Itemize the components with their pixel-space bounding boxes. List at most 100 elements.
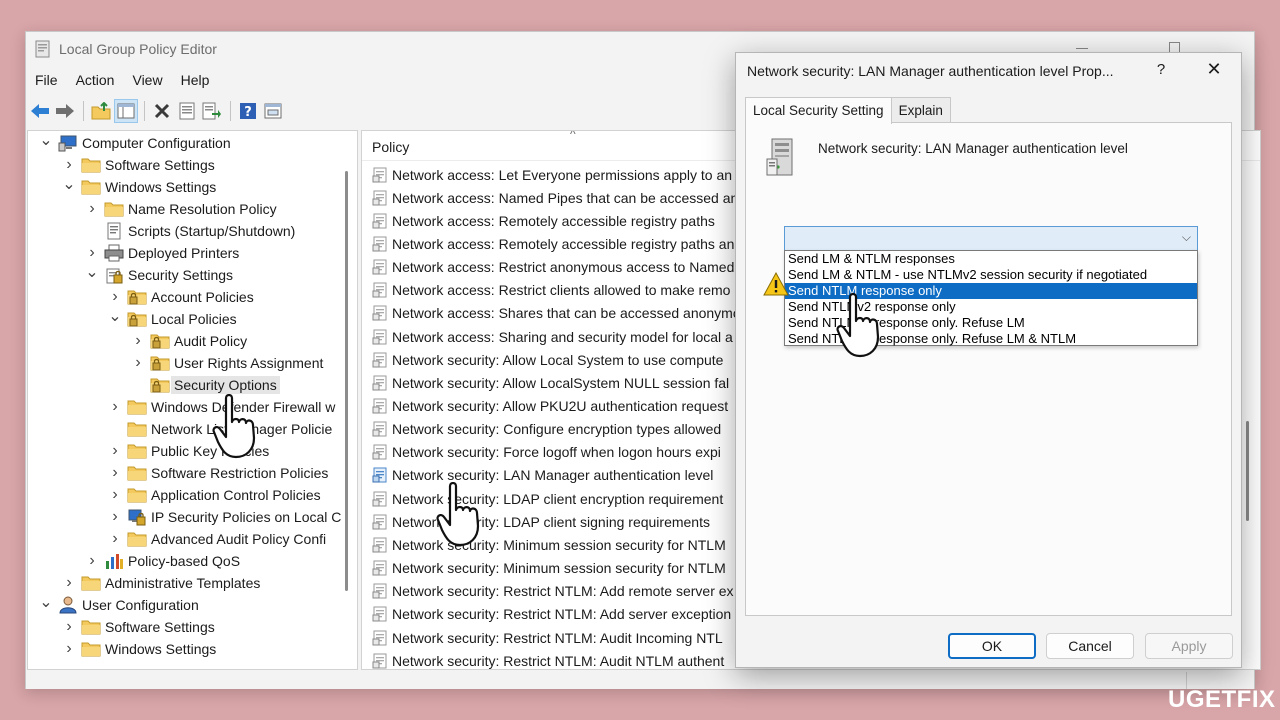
tree-item[interactable]: › Account Policies bbox=[107, 286, 253, 308]
tree-item[interactable]: › Administrative Templates bbox=[61, 572, 260, 594]
chevron-down-icon[interactable]: ⌄ bbox=[61, 173, 77, 195]
chevron-right-icon[interactable]: › bbox=[107, 528, 123, 550]
policy-row[interactable]: Network security: LDAP client signing re… bbox=[372, 510, 710, 533]
policy-row[interactable]: Network access: Let Everyone permissions… bbox=[372, 163, 732, 186]
tab-local-security-setting[interactable]: Local Security Setting bbox=[745, 97, 892, 124]
chevron-down-icon[interactable]: ⌄ bbox=[38, 591, 54, 613]
tree-item[interactable]: › Software Settings bbox=[61, 616, 214, 638]
tree-item[interactable]: › Windows Settings bbox=[61, 638, 216, 660]
chevron-right-icon[interactable]: › bbox=[61, 616, 77, 638]
tree-item-label: Software Restriction Policies bbox=[151, 465, 329, 481]
tree-item[interactable]: Scripts (Startup/Shutdown) bbox=[84, 220, 295, 242]
dialog-tabs: Local Security Setting Explain bbox=[745, 97, 951, 124]
tree-item[interactable]: › User Rights Assignment bbox=[130, 352, 323, 374]
dropdown-option[interactable]: Send LM & NTLM responses bbox=[785, 251, 1197, 267]
delete-icon[interactable] bbox=[150, 99, 174, 123]
menu-action[interactable]: Action bbox=[67, 69, 124, 93]
policy-row[interactable]: Network access: Restrict anonymous acces… bbox=[372, 256, 734, 279]
cancel-button[interactable]: Cancel bbox=[1046, 633, 1134, 659]
policy-row[interactable]: Network access: Shares that can be acces… bbox=[372, 302, 741, 325]
properties-icon[interactable] bbox=[175, 99, 199, 123]
chevron-right-icon[interactable]: › bbox=[107, 462, 123, 484]
policy-row[interactable]: Network security: LAN Manager authentica… bbox=[372, 464, 713, 487]
user-icon bbox=[58, 596, 78, 614]
folder-icon bbox=[127, 398, 147, 416]
tree-item[interactable]: › IP Security Policies on Local C bbox=[107, 506, 341, 528]
policy-row[interactable]: Network access: Restrict clients allowed… bbox=[372, 279, 730, 302]
policy-icon bbox=[372, 352, 388, 368]
export-list-icon[interactable] bbox=[200, 99, 224, 123]
tree-item[interactable]: ⌄ Windows Settings bbox=[61, 176, 216, 198]
tree-item[interactable]: › Audit Policy bbox=[130, 330, 247, 352]
minimize-icon[interactable] bbox=[1076, 48, 1088, 49]
tree-item[interactable]: ⌄ User Configuration bbox=[38, 594, 199, 616]
tree-item[interactable]: › Name Resolution Policy bbox=[84, 198, 276, 220]
policy-row[interactable]: Network security: Force logoff when logo… bbox=[372, 441, 721, 464]
policy-row[interactable]: Network security: Restrict NTLM: Audit I… bbox=[372, 626, 723, 649]
dropdown-option[interactable]: Send LM & NTLM - use NTLMv2 session secu… bbox=[785, 267, 1197, 283]
toolbar: ? bbox=[28, 98, 286, 124]
forward-arrow-icon[interactable] bbox=[53, 99, 77, 123]
policy-row[interactable]: Network security: Minimum session securi… bbox=[372, 557, 726, 580]
tree-item[interactable]: › Deployed Printers bbox=[84, 242, 239, 264]
tree-scrollbar[interactable] bbox=[345, 171, 348, 591]
tab-explain[interactable]: Explain bbox=[890, 97, 951, 123]
tree-item[interactable]: › Application Control Policies bbox=[107, 484, 320, 506]
policy-row[interactable]: Network security: Configure encryption t… bbox=[372, 418, 721, 441]
policy-row[interactable]: Network security: Minimum session securi… bbox=[372, 533, 726, 556]
list-scrollbar[interactable] bbox=[1246, 421, 1249, 521]
menu-view[interactable]: View bbox=[123, 69, 171, 93]
chevron-right-icon[interactable]: › bbox=[107, 440, 123, 462]
chevron-right-icon[interactable]: › bbox=[107, 484, 123, 506]
chevron-down-icon[interactable]: ⌄ bbox=[84, 261, 100, 283]
tree-item[interactable]: › Software Restriction Policies bbox=[107, 462, 328, 484]
chevron-down-icon[interactable]: ⌄ bbox=[107, 305, 123, 327]
menu-file[interactable]: File bbox=[26, 69, 67, 93]
column-header-policy[interactable]: Policy bbox=[372, 139, 409, 155]
auth-level-combobox[interactable]: ⌵ bbox=[784, 226, 1198, 251]
console-view-icon[interactable] bbox=[261, 99, 285, 123]
policy-row[interactable]: Network security: LDAP client encryption… bbox=[372, 487, 723, 510]
chevron-right-icon[interactable]: › bbox=[107, 396, 123, 418]
chevron-down-icon[interactable]: ⌄ bbox=[38, 131, 54, 151]
policy-row[interactable]: Network access: Named Pipes that can be … bbox=[372, 186, 738, 209]
close-icon[interactable]: ✕ bbox=[1205, 59, 1223, 80]
chevron-right-icon[interactable]: › bbox=[130, 330, 146, 352]
chevron-right-icon[interactable]: › bbox=[61, 638, 77, 660]
policy-row[interactable]: Network security: Allow LocalSystem NULL… bbox=[372, 371, 729, 394]
tree-item[interactable]: ⌄ Computer Configuration bbox=[38, 132, 231, 154]
folder-icon bbox=[127, 486, 147, 504]
tree-item[interactable]: ⌄ Local Policies bbox=[107, 305, 236, 330]
tree-item[interactable]: Security Options bbox=[130, 374, 280, 396]
ok-button[interactable]: OK bbox=[948, 633, 1036, 659]
help-icon[interactable]: ? bbox=[236, 99, 260, 123]
policy-row[interactable]: Network security: Restrict NTLM: Audit N… bbox=[372, 649, 724, 669]
policy-row[interactable]: Network access: Sharing and security mod… bbox=[372, 325, 733, 348]
apply-button[interactable]: Apply bbox=[1145, 633, 1233, 659]
status-bar bbox=[26, 672, 1254, 689]
policy-row[interactable]: Network access: Remotely accessible regi… bbox=[372, 232, 734, 255]
menu-help[interactable]: Help bbox=[172, 69, 219, 93]
policy-row[interactable]: Network access: Remotely accessible regi… bbox=[372, 209, 715, 232]
chevron-right-icon[interactable]: › bbox=[84, 198, 100, 220]
tree-item[interactable]: › Advanced Audit Policy Confi bbox=[107, 528, 326, 550]
chevron-right-icon[interactable]: › bbox=[84, 550, 100, 572]
policy-icon bbox=[372, 630, 388, 646]
tree-item[interactable]: › Software Settings bbox=[61, 154, 214, 176]
up-folder-icon[interactable] bbox=[89, 99, 113, 123]
chevron-right-icon[interactable]: › bbox=[61, 572, 77, 594]
show-hide-tree-icon[interactable] bbox=[114, 99, 138, 123]
tree-item[interactable]: › Policy-based QoS bbox=[84, 550, 240, 572]
policy-icon bbox=[372, 375, 388, 391]
policy-icon bbox=[372, 282, 388, 298]
policy-row[interactable]: Network security: Restrict NTLM: Add rem… bbox=[372, 580, 734, 603]
chevron-down-icon[interactable]: ⌵ bbox=[1182, 230, 1191, 245]
help-icon[interactable]: ? bbox=[1154, 61, 1168, 78]
policy-row[interactable]: Network security: Restrict NTLM: Add ser… bbox=[372, 603, 731, 626]
tree-item[interactable]: ⌄ Security Settings bbox=[84, 264, 233, 286]
policy-row[interactable]: Network security: Allow PKU2U authentica… bbox=[372, 395, 728, 418]
chevron-right-icon[interactable]: › bbox=[107, 506, 123, 528]
chevron-right-icon[interactable]: › bbox=[130, 352, 146, 374]
back-arrow-icon[interactable] bbox=[28, 99, 52, 123]
policy-row[interactable]: Network security: Allow Local System to … bbox=[372, 348, 723, 371]
